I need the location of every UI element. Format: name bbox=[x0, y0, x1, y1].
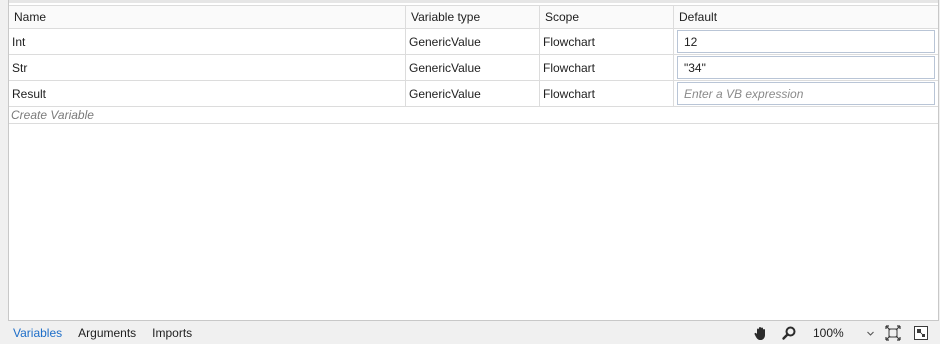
variable-type-cell[interactable]: GenericValue bbox=[406, 55, 540, 80]
zoom-dropdown[interactable]: 100% bbox=[809, 324, 879, 342]
top-divider bbox=[9, 0, 938, 3]
column-header-name[interactable]: Name bbox=[9, 6, 406, 28]
default-value-input[interactable]: "34" bbox=[677, 56, 935, 79]
overview-icon[interactable] bbox=[912, 324, 930, 342]
variable-default-cell: 12 bbox=[674, 29, 938, 54]
variable-name-cell[interactable]: Str bbox=[9, 55, 406, 80]
variables-panel: Name Variable type Scope Default Int Gen… bbox=[8, 0, 939, 320]
default-value-input[interactable]: 12 bbox=[677, 30, 935, 53]
variable-default-cell: Enter a VB expression bbox=[674, 81, 938, 106]
variable-type-cell[interactable]: GenericValue bbox=[406, 29, 540, 54]
designer-footer: Variables Arguments Imports 100% bbox=[8, 320, 939, 344]
variable-row-str[interactable]: Str GenericValue Flowchart "34" bbox=[9, 55, 938, 81]
chevron-down-icon bbox=[866, 327, 875, 341]
fit-to-screen-icon[interactable] bbox=[884, 324, 902, 342]
variable-scope-cell[interactable]: Flowchart bbox=[540, 55, 674, 80]
magnifier-icon[interactable] bbox=[780, 324, 798, 342]
variable-name-cell[interactable]: Result bbox=[9, 81, 406, 106]
variable-scope-cell[interactable]: Flowchart bbox=[540, 29, 674, 54]
variable-row-result[interactable]: Result GenericValue Flowchart Enter a VB… bbox=[9, 81, 938, 107]
column-header-variable-type[interactable]: Variable type bbox=[406, 6, 540, 28]
variables-grid: Name Variable type Scope Default Int Gen… bbox=[9, 5, 938, 124]
tab-arguments[interactable]: Arguments bbox=[70, 321, 144, 344]
column-header-default[interactable]: Default bbox=[674, 6, 938, 28]
column-header-scope[interactable]: Scope bbox=[540, 6, 674, 28]
variable-scope-cell[interactable]: Flowchart bbox=[540, 81, 674, 106]
variable-type-cell[interactable]: GenericValue bbox=[406, 81, 540, 106]
tab-imports[interactable]: Imports bbox=[144, 321, 200, 344]
create-variable-row[interactable]: Create Variable bbox=[9, 107, 938, 124]
designer-tools: 100% bbox=[747, 321, 935, 344]
variable-default-cell: "34" bbox=[674, 55, 938, 80]
tab-variables[interactable]: Variables bbox=[8, 321, 70, 344]
variable-name-cell[interactable]: Int bbox=[9, 29, 406, 54]
variable-row-int[interactable]: Int GenericValue Flowchart 12 bbox=[9, 29, 938, 55]
default-value-input-placeholder[interactable]: Enter a VB expression bbox=[677, 82, 935, 105]
zoom-value: 100% bbox=[813, 326, 844, 340]
grid-header: Name Variable type Scope Default bbox=[9, 5, 938, 29]
hand-icon[interactable] bbox=[752, 324, 770, 342]
